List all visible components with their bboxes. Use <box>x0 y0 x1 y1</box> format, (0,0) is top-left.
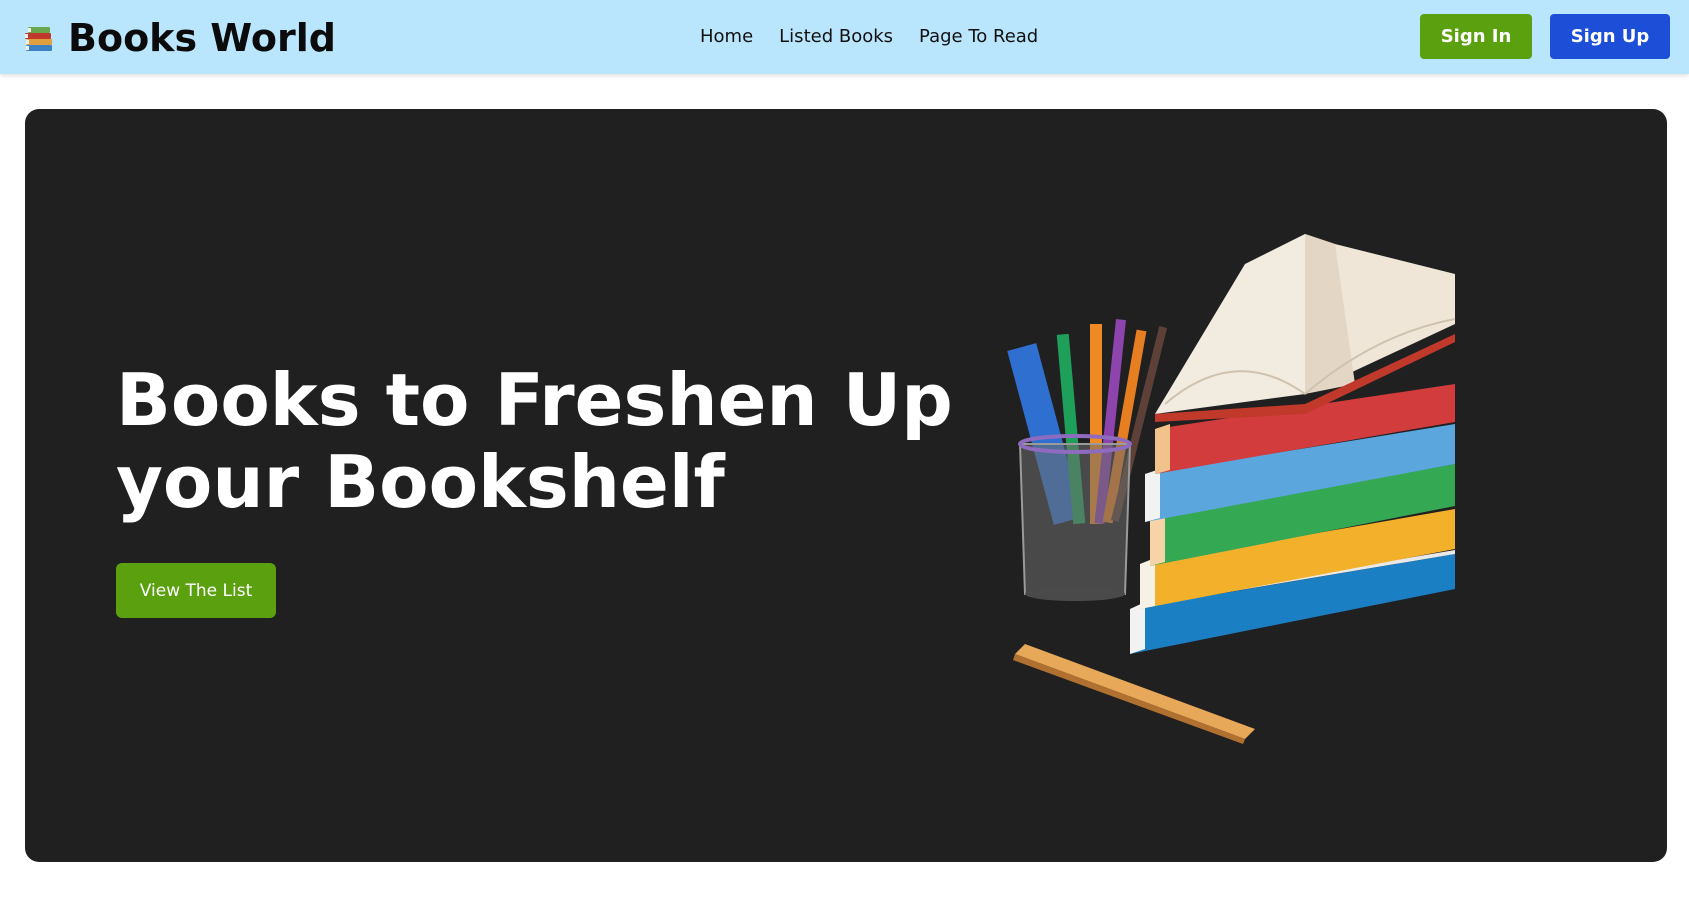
book-stack-image <box>1130 384 1455 654</box>
sign-up-button[interactable]: Sign Up <box>1550 14 1670 59</box>
books-illustration <box>1007 234 1456 744</box>
ruler-image <box>1013 644 1255 744</box>
hero-banner: Books to Freshen Up your Bookshelf View … <box>25 109 1667 862</box>
brand-name: Books World <box>68 16 336 60</box>
brand[interactable]: Books World <box>22 12 336 64</box>
main-nav: Home Listed Books Page To Read <box>700 24 1038 50</box>
top-navbar: Books World Home Listed Books Page To Re… <box>0 0 1689 74</box>
pencil-cup-image <box>1007 319 1168 601</box>
nav-page-to-read[interactable]: Page To Read <box>919 24 1038 50</box>
nav-home[interactable]: Home <box>700 24 753 50</box>
nav-listed-books[interactable]: Listed Books <box>779 24 893 50</box>
books-stack-icon <box>25 27 52 51</box>
sign-in-button[interactable]: Sign In <box>1420 14 1532 59</box>
view-list-button[interactable]: View The List <box>116 563 276 618</box>
hero-title: Books to Freshen Up your Bookshelf <box>116 358 953 524</box>
